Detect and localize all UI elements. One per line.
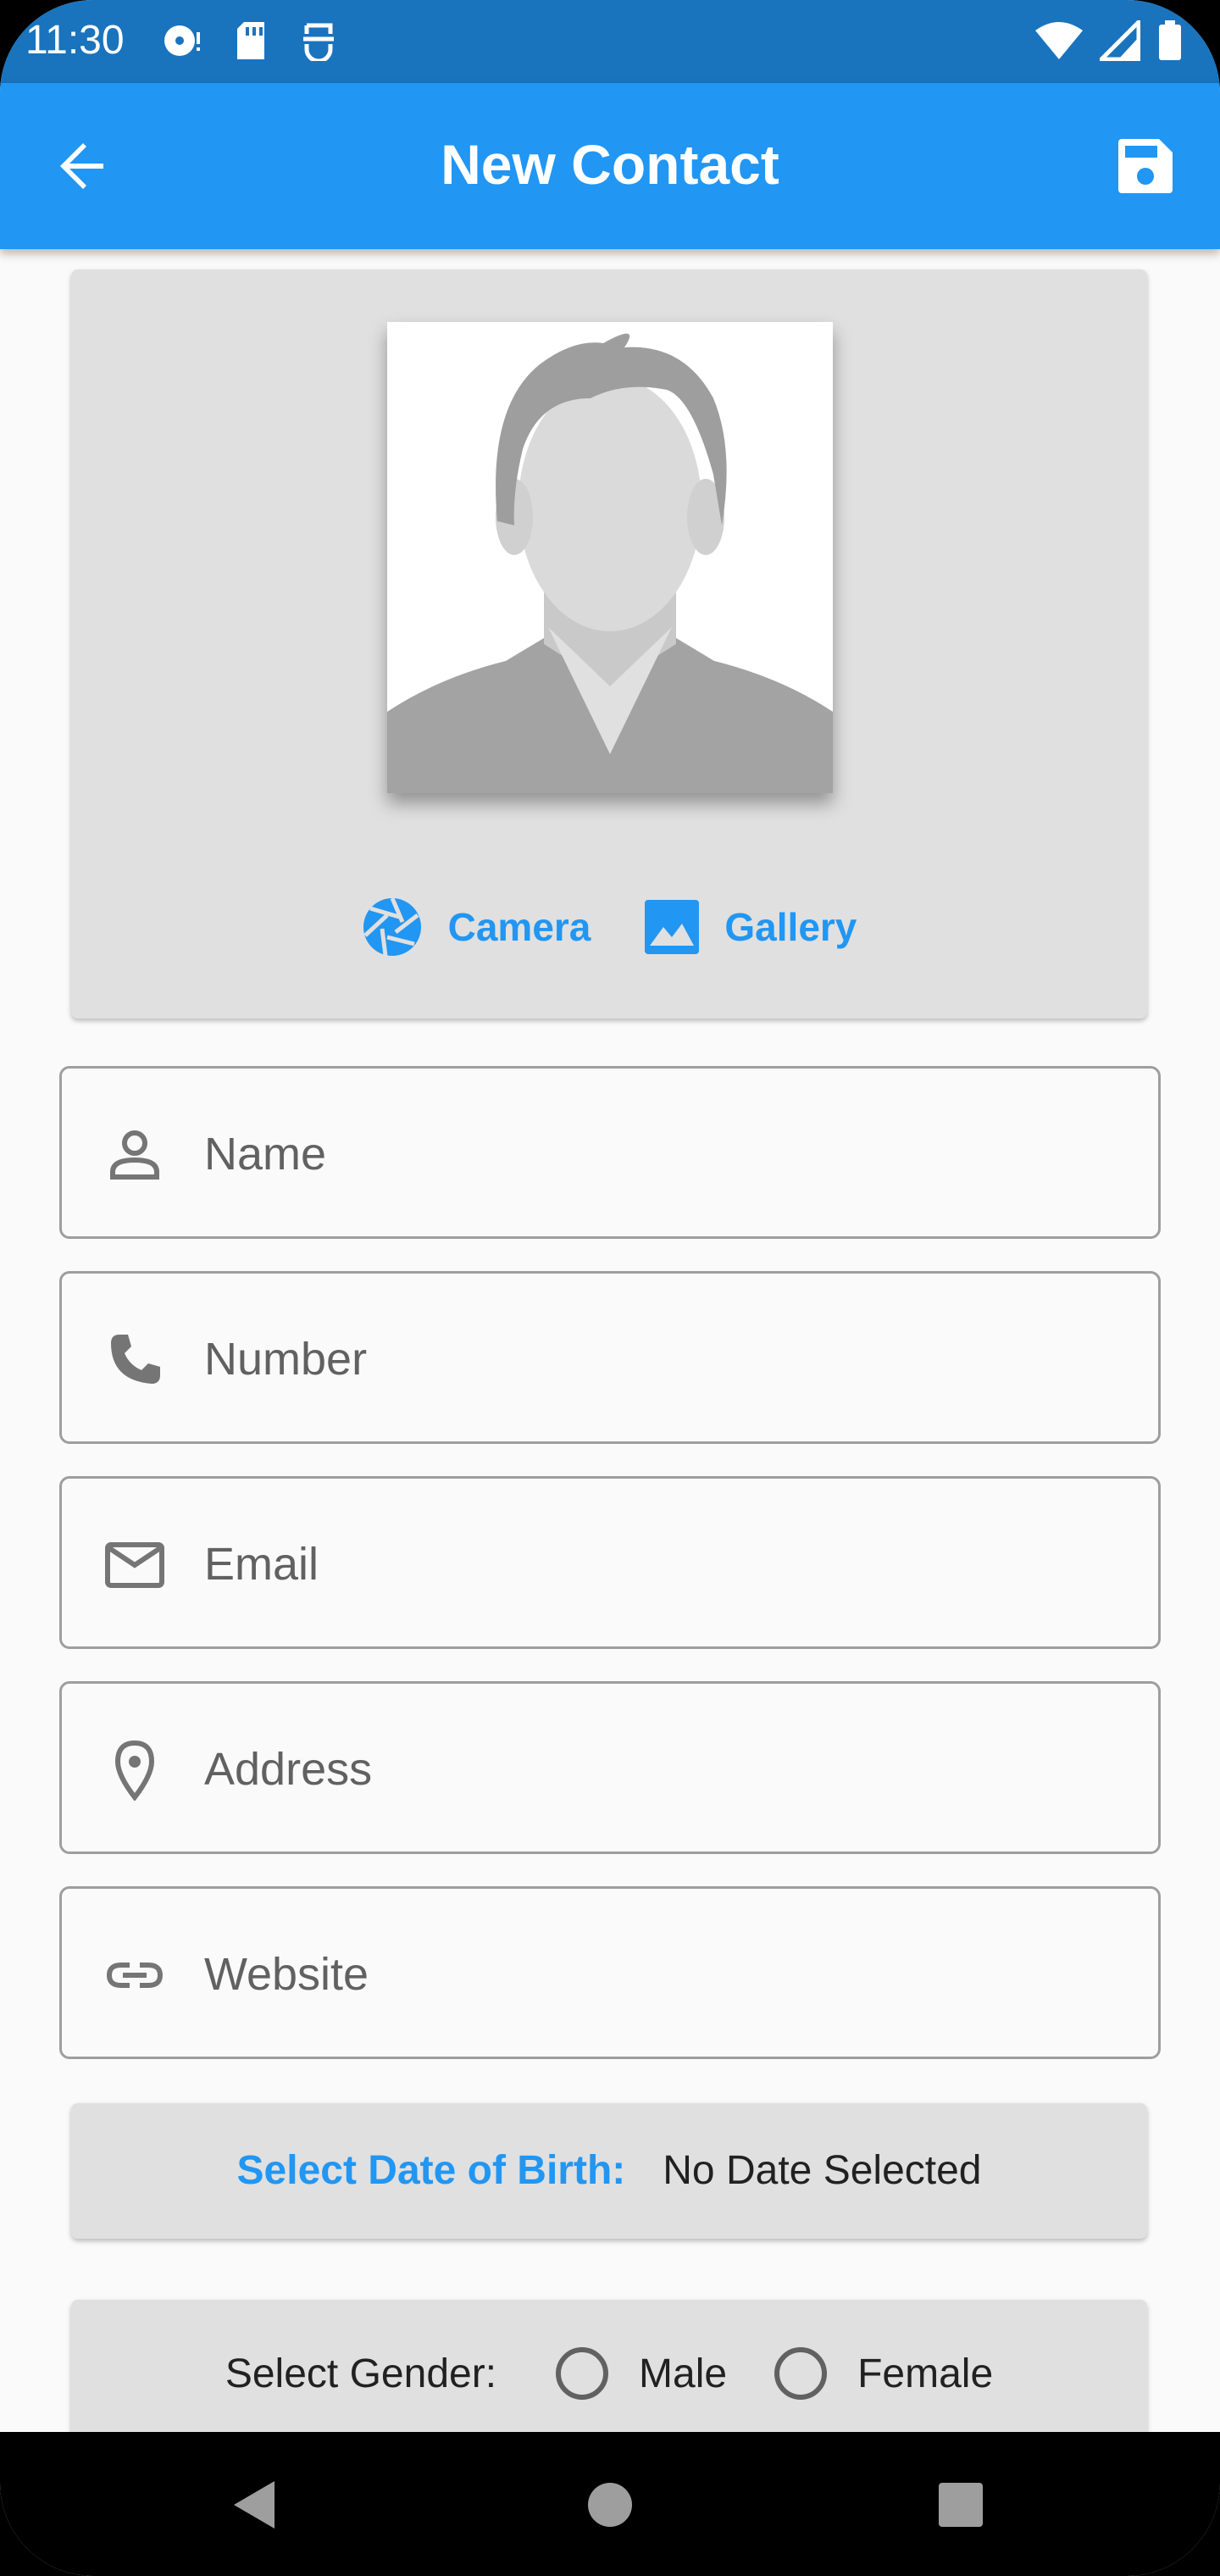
sd-card-icon [237, 22, 264, 59]
camera-shutter-icon [363, 897, 421, 957]
link-icon [106, 1963, 164, 1988]
name-placeholder: Name [204, 1129, 327, 1180]
image-icon [645, 900, 700, 954]
radio-male[interactable] [556, 2347, 609, 2400]
website-placeholder: Website [204, 1949, 369, 2000]
address-field[interactable]: Address [59, 1681, 1161, 1854]
form-content: Camera Gallery Name Number Email Address… [0, 249, 1220, 2432]
status-time: 11:30 [25, 18, 125, 63]
photo-card: Camera Gallery [71, 269, 1147, 1019]
email-placeholder: Email [204, 1539, 319, 1590]
camera-label: Camera [447, 905, 591, 949]
phone-screen: 11:30 New Contact Camera Gallery Name Nu… [0, 0, 1220, 2576]
gallery-button[interactable]: Gallery [645, 897, 857, 958]
dob-selector[interactable]: Select Date of Birth: No Date Selected [71, 2103, 1147, 2239]
location-pin-icon [114, 1740, 155, 1801]
nav-recents-icon[interactable] [937, 2479, 984, 2530]
gender-option-female: Female [857, 2351, 994, 2396]
dob-value: No Date Selected [663, 2148, 982, 2193]
battery-icon [1159, 20, 1181, 60]
status-bar: 11:30 [0, 0, 1220, 83]
radio-female[interactable] [774, 2347, 828, 2400]
save-icon[interactable] [1115, 136, 1176, 197]
phone-icon [111, 1335, 160, 1384]
avatar-placeholder-icon [387, 322, 833, 793]
navigation-bar [0, 2432, 1220, 2576]
name-field[interactable]: Name [59, 1066, 1161, 1239]
number-placeholder: Number [204, 1334, 368, 1385]
email-field[interactable]: Email [59, 1476, 1161, 1649]
gender-card: Select Gender: Male Female [71, 2300, 1147, 2432]
gender-label: Select Gender: [225, 2351, 497, 2396]
dob-label: Select Date of Birth: [236, 2148, 626, 2193]
mail-icon [105, 1542, 164, 1588]
accessibility-icon [303, 23, 334, 61]
wifi-icon [1035, 22, 1083, 59]
disc-icon [164, 25, 200, 56]
camera-button[interactable]: Camera [362, 897, 591, 958]
app-bar: New Contact [0, 83, 1220, 249]
nav-back-icon[interactable] [230, 2479, 278, 2530]
address-placeholder: Address [204, 1744, 373, 1795]
page-title: New Contact [441, 133, 779, 196]
avatar [387, 322, 833, 793]
number-field[interactable]: Number [59, 1271, 1161, 1444]
gallery-label: Gallery [724, 905, 857, 949]
person-icon [110, 1130, 159, 1180]
gender-option-male: Male [639, 2351, 728, 2396]
signal-icon [1100, 20, 1140, 61]
website-field[interactable]: Website [59, 1886, 1161, 2059]
nav-home-icon[interactable] [586, 2479, 634, 2530]
